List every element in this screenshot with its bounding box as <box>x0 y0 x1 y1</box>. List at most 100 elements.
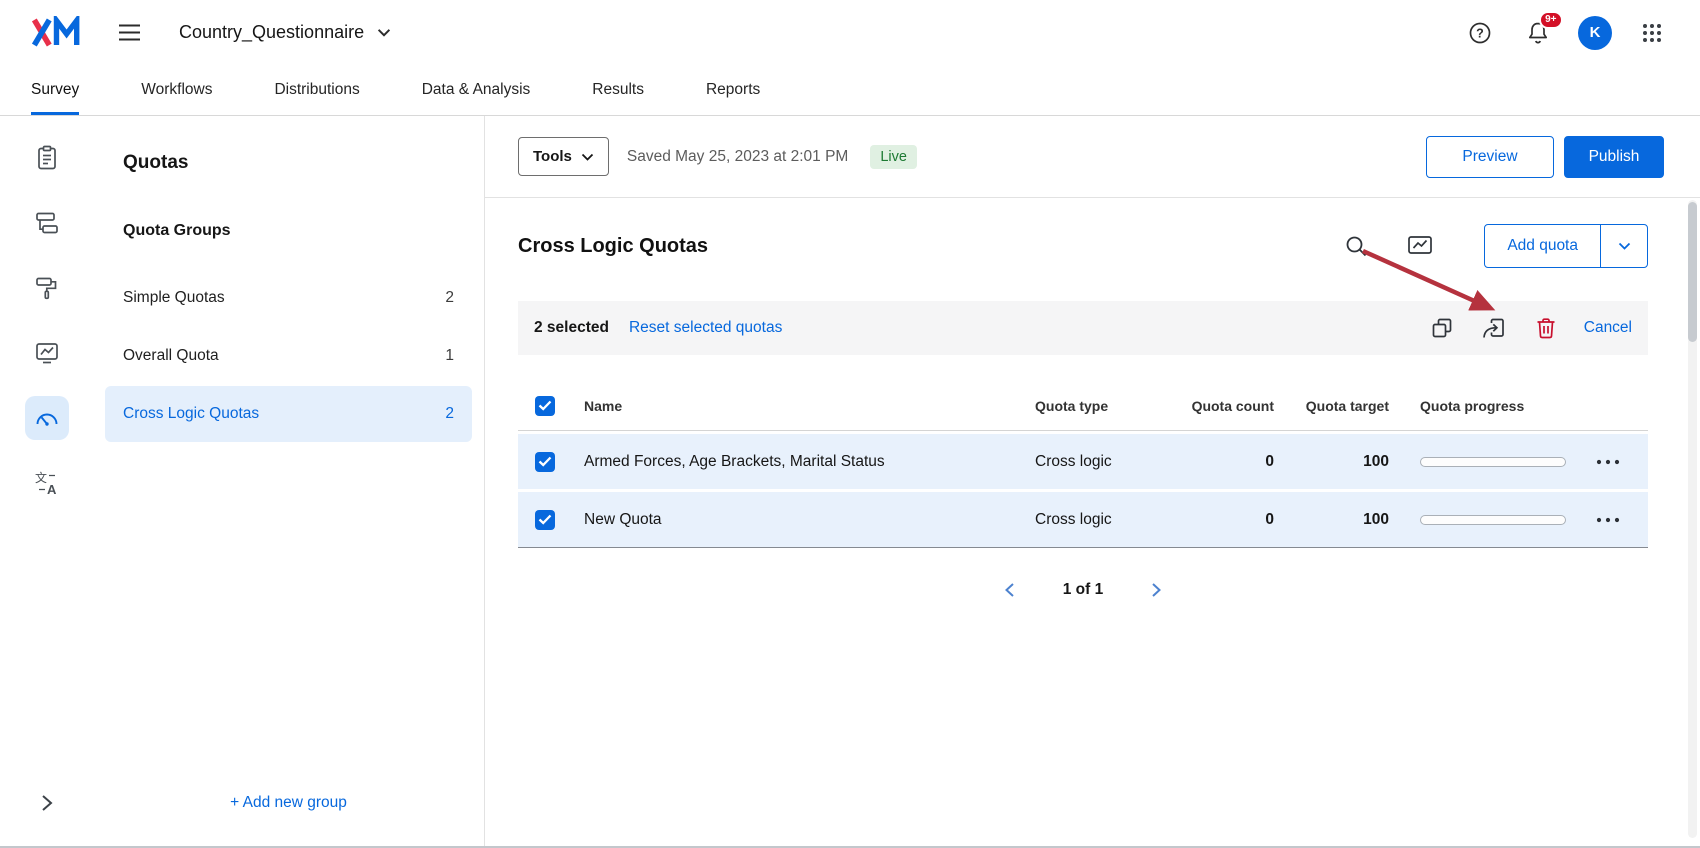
topbar-actions: ? 9+ K <box>1462 15 1670 51</box>
group-label: Cross Logic Quotas <box>123 405 259 423</box>
help-icon[interactable]: ? <box>1462 15 1498 51</box>
sidebar-item-overall-quota[interactable]: Overall Quota 1 <box>105 328 472 384</box>
page-title: Cross Logic Quotas <box>518 235 708 258</box>
translations-icon[interactable]: 文 A <box>25 461 69 505</box>
survey-name-dropdown[interactable]: Country_Questionnaire <box>179 22 391 43</box>
selection-action-bar: 2 selected Reset selected quotas <box>518 301 1648 355</box>
page-body: 文 A Quotas Quota Groups Simple Quotas 2 … <box>0 116 1700 846</box>
quota-type: Cross logic <box>1035 511 1185 529</box>
quotas-table: Name Quota type Quota count Quota target… <box>518 381 1648 548</box>
row-actions-ellipsis-icon[interactable] <box>1592 511 1624 529</box>
sidebar-item-cross-logic-quotas[interactable]: Cross Logic Quotas 2 <box>105 386 472 442</box>
add-quota-split-button: Add quota <box>1484 224 1648 268</box>
column-header-quota-target: Quota target <box>1280 398 1395 414</box>
survey-toolbar: Tools Saved May 25, 2023 at 2:01 PM Live… <box>485 116 1700 198</box>
survey-name: Country_Questionnaire <box>179 22 364 43</box>
top-bar: Country_Questionnaire ? 9+ K <box>0 0 1700 65</box>
tab-survey[interactable]: Survey <box>31 65 79 115</box>
check-icon <box>538 514 552 525</box>
column-header-quota-count: Quota count <box>1185 398 1280 414</box>
column-header-name: Name <box>584 398 1035 414</box>
live-status-badge: Live <box>870 145 917 169</box>
previous-page-chevron-icon[interactable] <box>1000 578 1019 602</box>
page-indicator: 1 of 1 <box>1063 581 1103 599</box>
quota-name: New Quota <box>584 511 1035 529</box>
tab-results[interactable]: Results <box>592 65 644 115</box>
sidebar-item-simple-quotas[interactable]: Simple Quotas 2 <box>105 270 472 326</box>
import-quotas-icon[interactable] <box>1476 310 1512 346</box>
table-header-row: Name Quota type Quota count Quota target… <box>518 381 1648 431</box>
selected-count-text: 2 selected <box>534 319 609 337</box>
quotas-gauge-icon[interactable] <box>25 396 69 440</box>
search-icon[interactable] <box>1336 226 1376 266</box>
column-header-quota-type: Quota type <box>1035 398 1185 414</box>
row-checkbox[interactable] <box>535 510 555 530</box>
chevron-down-icon <box>377 28 391 37</box>
group-label: Simple Quotas <box>123 289 225 307</box>
reset-selected-quotas-link[interactable]: Reset selected quotas <box>629 319 782 337</box>
add-quota-button[interactable]: Add quota <box>1485 225 1600 267</box>
row-checkbox[interactable] <box>535 452 555 472</box>
quota-progress-bar <box>1420 457 1566 467</box>
expand-rail-chevron-icon[interactable] <box>41 794 53 812</box>
tab-reports[interactable]: Reports <box>706 65 760 115</box>
saved-status-text: Saved May 25, 2023 at 2:01 PM <box>627 148 848 166</box>
quota-type: Cross logic <box>1035 453 1185 471</box>
row-checkbox-cell <box>518 510 584 530</box>
check-icon <box>538 400 552 411</box>
group-count: 2 <box>445 289 454 307</box>
check-icon <box>538 456 552 467</box>
delete-trash-icon[interactable] <box>1528 310 1564 346</box>
tab-workflows[interactable]: Workflows <box>141 65 212 115</box>
select-all-checkbox[interactable] <box>535 396 555 416</box>
quota-count: 0 <box>1185 453 1280 471</box>
tab-data-analysis[interactable]: Data & Analysis <box>422 65 531 115</box>
apps-waffle-icon[interactable] <box>1634 15 1670 51</box>
user-avatar[interactable]: K <box>1578 16 1612 50</box>
look-and-feel-paint-roller-icon[interactable] <box>25 266 69 310</box>
quota-chart-icon[interactable] <box>1400 226 1440 266</box>
duplicate-quotas-icon[interactable] <box>1424 310 1460 346</box>
svg-text:A: A <box>47 482 57 496</box>
quota-target: 100 <box>1280 511 1395 529</box>
add-new-group-button[interactable]: + Add new group <box>93 794 484 812</box>
survey-options-chart-icon[interactable] <box>25 331 69 375</box>
quota-progress-bar <box>1420 515 1566 525</box>
add-quota-menu-chevron-icon[interactable] <box>1601 225 1647 267</box>
preview-button[interactable]: Preview <box>1426 136 1554 178</box>
quota-target: 100 <box>1280 453 1395 471</box>
quotas-content: Cross Logic Quotas <box>485 222 1700 602</box>
chevron-down-icon <box>581 153 594 161</box>
publish-button[interactable]: Publish <box>1564 136 1664 178</box>
quota-name: Armed Forces, Age Brackets, Marital Stat… <box>584 453 1035 471</box>
cancel-selection-link[interactable]: Cancel <box>1584 319 1632 337</box>
quota-count: 0 <box>1185 511 1280 529</box>
selection-actions: Cancel <box>1424 310 1632 346</box>
tools-dropdown-button[interactable]: Tools <box>518 137 609 176</box>
notifications-bell-icon[interactable]: 9+ <box>1520 15 1556 51</box>
vertical-scrollbar[interactable] <box>1688 200 1697 838</box>
table-row[interactable]: New Quota Cross logic 0 100 <box>518 492 1648 547</box>
survey-flow-icon[interactable] <box>25 201 69 245</box>
xm-logo-icon[interactable] <box>30 16 82 49</box>
table-row[interactable]: Armed Forces, Age Brackets, Marital Stat… <box>518 434 1648 489</box>
svg-text:?: ? <box>1476 26 1484 40</box>
row-actions-ellipsis-icon[interactable] <box>1592 453 1624 471</box>
survey-builder-icon[interactable] <box>25 136 69 180</box>
group-count: 1 <box>445 347 454 365</box>
group-label: Overall Quota <box>123 347 219 365</box>
next-page-chevron-icon[interactable] <box>1147 578 1166 602</box>
scrollbar-thumb[interactable] <box>1688 202 1697 342</box>
tab-distributions[interactable]: Distributions <box>274 65 359 115</box>
sidebar-title: Quotas <box>123 152 484 174</box>
column-header-quota-progress: Quota progress <box>1395 398 1567 414</box>
svg-text:文: 文 <box>35 470 47 485</box>
quota-progress-cell <box>1395 515 1567 525</box>
pagination: 1 of 1 <box>518 578 1648 602</box>
quota-groups-header: Quota Groups <box>123 222 484 240</box>
quota-groups-sidebar: Quotas Quota Groups Simple Quotas 2 Over… <box>93 116 485 846</box>
survey-tools-rail: 文 A <box>0 116 93 846</box>
notification-count-badge: 9+ <box>1539 11 1563 29</box>
hamburger-menu-icon[interactable] <box>118 24 141 41</box>
main-panel: Tools Saved May 25, 2023 at 2:01 PM Live… <box>485 116 1700 846</box>
